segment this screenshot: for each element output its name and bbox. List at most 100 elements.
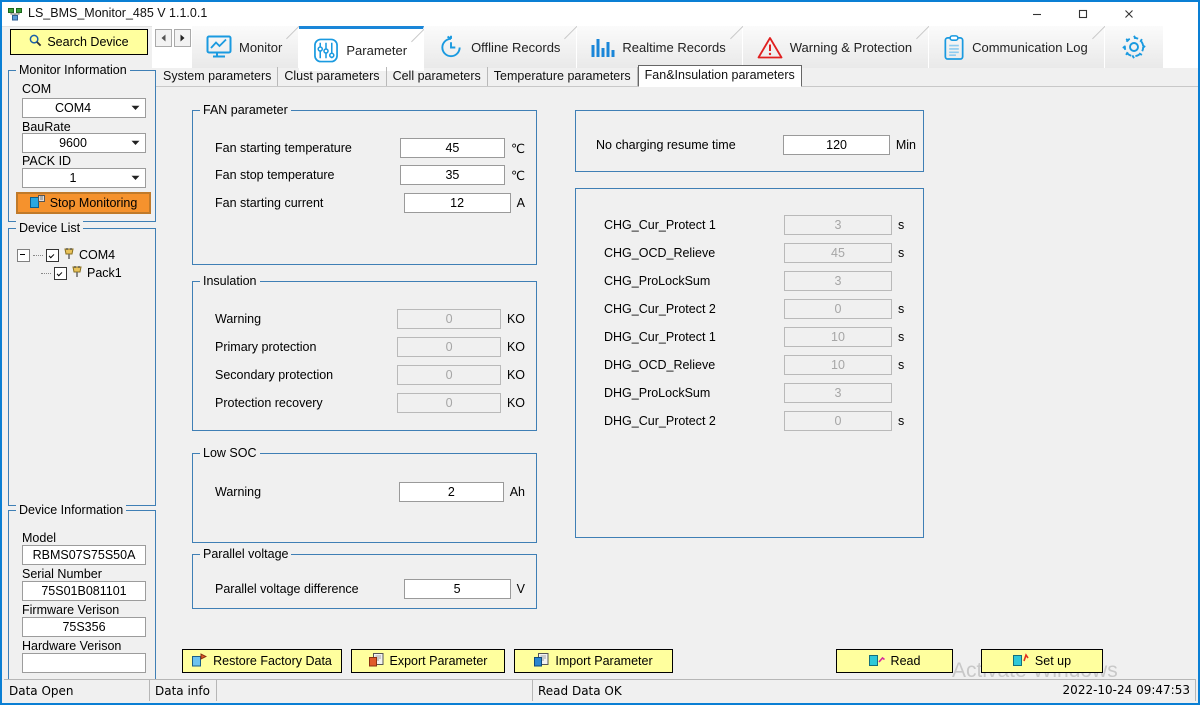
export-parameter-button[interactable]: Export Parameter xyxy=(351,649,505,673)
device-tree-label: COM4 xyxy=(79,248,116,262)
insulation-warning-input[interactable]: 0 xyxy=(397,309,501,329)
sub-tab-clust-parameters[interactable]: Clust parameters xyxy=(278,67,387,86)
fan-starting-current-input[interactable]: 12 xyxy=(403,193,511,213)
device-information-legend: Device Information xyxy=(16,503,127,517)
fan-stop-temperature-input[interactable]: 35 xyxy=(399,165,505,185)
field-row: Parallel voltage difference 5 V xyxy=(215,579,525,599)
pack-id-select[interactable]: 1 xyxy=(22,168,146,188)
fan-starting-current-unit: A xyxy=(516,196,525,210)
field-row: No charging resume time 120 Min xyxy=(596,135,916,155)
import-icon xyxy=(534,652,549,670)
app-logo-icon xyxy=(8,7,22,21)
stop-monitoring-icon xyxy=(29,194,45,212)
insulation-primary-protection-label: Primary protection xyxy=(215,340,317,354)
minimize-button[interactable] xyxy=(1014,2,1060,26)
clock-history-icon xyxy=(438,35,464,60)
ribbon-tab-label: Realtime Records xyxy=(622,39,726,55)
sub-tab-label: System parameters xyxy=(163,69,272,83)
maximize-button[interactable] xyxy=(1060,2,1106,26)
ribbon-tab-label: Offline Records xyxy=(471,39,561,55)
ribbon-tab-parameter[interactable]: Parameter xyxy=(299,26,425,71)
dhg-cur-protect-2-input[interactable]: 0 xyxy=(784,411,892,431)
insulation-warning-unit: KO xyxy=(506,312,525,326)
dhg-prolocksum-input[interactable]: 3 xyxy=(784,383,892,403)
sub-tab-label: Cell parameters xyxy=(392,69,481,83)
field-row: CHG_ProLockSum 3 xyxy=(604,271,914,291)
sub-tab-fan-insulation-parameters[interactable]: Fan&Insulation parameters xyxy=(637,65,802,87)
insulation-secondary-protection-input[interactable]: 0 xyxy=(397,365,501,385)
device-plug-icon xyxy=(70,265,84,282)
fan-starting-temperature-input[interactable]: 45 xyxy=(399,138,505,158)
stop-monitoring-button[interactable]: Stop Monitoring xyxy=(16,192,151,214)
ribbon-tab-label: Communication Log xyxy=(972,39,1088,55)
low-soc-panel: Low SOC Warning 2 Ah xyxy=(192,446,537,543)
insulation-protection-recovery-unit: KO xyxy=(506,396,525,410)
pack-id-label: PACK ID xyxy=(22,154,72,168)
field-row: CHG_Cur_Protect 1 3 s xyxy=(604,215,914,235)
ribbon-tab-settings[interactable] xyxy=(1104,26,1164,68)
dhg-ocd-relieve-input[interactable]: 10 xyxy=(784,355,892,375)
no-charging-resume-time-input[interactable]: 120 xyxy=(783,135,890,155)
restore-factory-data-button[interactable]: Restore Factory Data xyxy=(182,649,342,673)
serial-number-field[interactable]: 75S01B081101 xyxy=(22,581,146,601)
insulation-protection-recovery-input[interactable]: 0 xyxy=(397,393,501,413)
ribbon-tab-offline-records[interactable]: Offline Records xyxy=(424,26,578,68)
device-tree-row-com4[interactable]: COM4 xyxy=(17,246,115,264)
sub-tab-system-parameters[interactable]: System parameters xyxy=(157,67,279,86)
dhg-cur-protect-1-label: DHG_Cur_Protect 1 xyxy=(604,330,716,344)
sub-tab-label: Clust parameters xyxy=(284,69,380,83)
device-checkbox[interactable] xyxy=(46,248,59,262)
chg-cur-protect-1-unit: s xyxy=(898,218,905,232)
parallel-voltage-difference-input[interactable]: 5 xyxy=(403,579,511,599)
low-soc-warning-input[interactable]: 2 xyxy=(399,482,504,502)
sub-tab-label: Fan&Insulation parameters xyxy=(644,68,795,82)
search-device-button[interactable]: Search Device xyxy=(10,29,148,55)
dhg-ocd-relieve-label: DHG_OCD_Relieve xyxy=(604,358,716,372)
ribbon-next-button[interactable] xyxy=(174,29,191,47)
ribbon-tab-realtime-records[interactable]: Realtime Records xyxy=(577,26,743,68)
import-parameter-button[interactable]: Import Parameter xyxy=(514,649,673,673)
fan-stop-temperature-unit: ℃ xyxy=(510,168,525,183)
firmware-version-field[interactable]: 75S356 xyxy=(22,617,146,637)
chg-cur-protect-2-input[interactable]: 0 xyxy=(784,299,892,319)
pack-checkbox[interactable] xyxy=(54,266,67,280)
import-parameter-label: Import Parameter xyxy=(555,654,653,668)
sub-tab-temperature-parameters[interactable]: Temperature parameters xyxy=(488,67,638,86)
ribbon-tab-communication-log[interactable]: Communication Log xyxy=(929,26,1105,68)
monitor-information-legend: Monitor Information xyxy=(16,63,130,77)
tree-collapse-icon[interactable] xyxy=(17,248,30,262)
ribbon-tab-label: Warning & Protection xyxy=(789,39,913,55)
restore-icon xyxy=(192,652,208,670)
baudrate-select[interactable]: 9600 xyxy=(22,133,146,153)
parallel-voltage-legend: Parallel voltage xyxy=(200,547,292,561)
model-field[interactable]: RBMS07S75S50A xyxy=(22,545,146,565)
ribbon-tab-monitor[interactable]: Monitor xyxy=(192,26,300,68)
chg-cur-protect-1-input[interactable]: 3 xyxy=(784,215,892,235)
warning-triangle-icon xyxy=(757,36,783,59)
field-row: CHG_Cur_Protect 2 0 s xyxy=(604,299,914,319)
sub-tab-label: Temperature parameters xyxy=(493,69,631,83)
sub-tab-bar: System parameters Clust parameters Cell … xyxy=(157,65,802,87)
setup-button[interactable]: Set up xyxy=(981,649,1103,673)
device-list-legend: Device List xyxy=(16,221,84,235)
hardware-version-field[interactable] xyxy=(22,653,146,673)
chg-ocd-relieve-unit: s xyxy=(898,246,905,260)
device-tree-row-pack1[interactable]: Pack1 xyxy=(41,264,122,282)
insulation-legend: Insulation xyxy=(200,274,260,288)
dhg-cur-protect-1-input[interactable]: 10 xyxy=(784,327,892,347)
ribbon-prev-button[interactable] xyxy=(155,29,172,47)
chg-prolocksum-input[interactable]: 3 xyxy=(784,271,892,291)
device-list-panel: Device List COM4 Pack1 xyxy=(8,221,156,506)
no-charging-resume-time-unit: Min xyxy=(895,138,916,152)
sub-tab-cell-parameters[interactable]: Cell parameters xyxy=(387,67,488,86)
fan-stop-temperature-label: Fan stop temperature xyxy=(215,168,335,182)
fan-starting-current-label: Fan starting current xyxy=(215,196,324,210)
tree-connector xyxy=(33,254,43,256)
field-row: Fan starting temperature 45 ℃ xyxy=(215,138,525,158)
com-select[interactable]: COM4 xyxy=(22,98,146,118)
read-button[interactable]: Read xyxy=(836,649,953,673)
close-button[interactable] xyxy=(1106,2,1152,26)
ribbon-tab-warning-protection[interactable]: Warning & Protection xyxy=(742,26,930,68)
insulation-primary-protection-input[interactable]: 0 xyxy=(397,337,501,357)
chg-ocd-relieve-input[interactable]: 45 xyxy=(784,243,892,263)
